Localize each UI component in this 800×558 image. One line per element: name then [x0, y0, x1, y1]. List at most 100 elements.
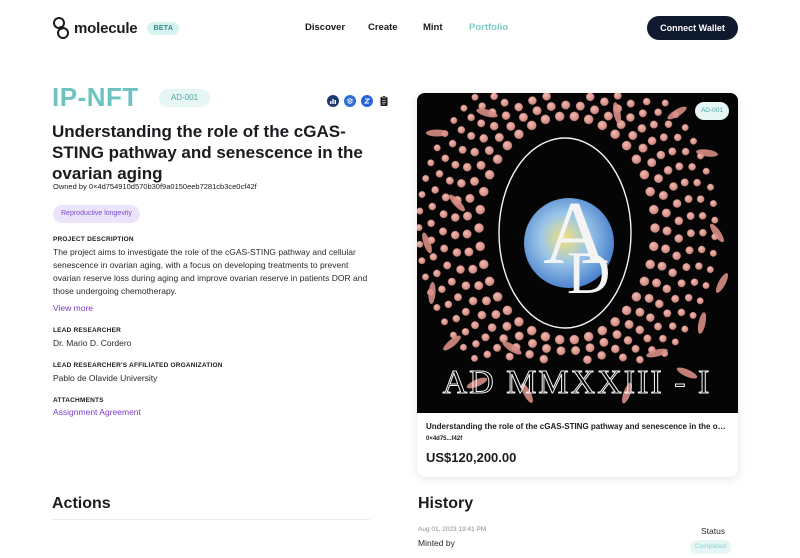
art-cell: [658, 190, 668, 200]
connect-wallet-button[interactable]: Connect Wallet: [647, 16, 738, 40]
art-cell: [645, 313, 655, 322]
art-cell: [648, 241, 659, 252]
art-cell: [690, 278, 699, 286]
history-status-badge: Completed: [690, 540, 732, 554]
art-cell: [583, 331, 594, 342]
art-cell: [479, 186, 489, 197]
art-cell: [575, 101, 585, 111]
art-cell: [653, 173, 663, 183]
beta-badge: BETA: [147, 21, 180, 35]
art-cell: [637, 124, 647, 133]
molecule-logo[interactable]: molecule BETA: [52, 16, 180, 40]
art-cell: [447, 277, 456, 286]
art-cell: [668, 322, 677, 330]
art-cell: [542, 93, 551, 101]
art-cell: [659, 133, 668, 142]
history-action: Minted by: [418, 538, 455, 548]
art-cell: [452, 314, 461, 323]
actions-divider: [52, 519, 370, 520]
project-title: Understanding the role of the cGAS-STING…: [52, 122, 363, 183]
history-status-label: Status: [701, 526, 726, 536]
assignment-agreement-link[interactable]: Assignment Agreement: [53, 407, 141, 417]
art-cell: [428, 202, 437, 211]
art-cell: [695, 262, 703, 270]
art-cell: [539, 354, 549, 364]
art-cell: [696, 297, 704, 305]
art-cell: [471, 93, 479, 101]
art-cell: [489, 121, 499, 131]
dropbox-icon[interactable]: [344, 95, 356, 107]
art-cell: [502, 140, 513, 151]
clipboard-icon[interactable]: [378, 95, 390, 107]
zora-icon[interactable]: [361, 95, 373, 107]
art-cell: [648, 204, 659, 215]
art-cell: [467, 131, 476, 140]
art-cell: [663, 309, 672, 318]
art-cell: [636, 355, 644, 364]
nft-artwork: A D AD MMXXIII - I AD-001: [417, 93, 738, 413]
molecule-logo-icon: [53, 17, 69, 39]
art-cell: [445, 176, 454, 185]
art-cell: [680, 178, 689, 187]
art-cell: [479, 134, 488, 143]
art-cell: [674, 216, 684, 226]
art-cell: [468, 264, 478, 274]
art-cell: [610, 316, 620, 327]
art-cell: [669, 182, 678, 191]
art-cell: [526, 325, 537, 336]
art-cell: [477, 310, 487, 320]
art-cell: [471, 354, 479, 362]
art-cell: [690, 137, 698, 145]
art-cell: [441, 318, 449, 326]
art-cell: [698, 212, 707, 220]
view-more-link[interactable]: View more: [53, 303, 93, 313]
art-cell: [493, 343, 502, 352]
art-cell: [518, 112, 528, 122]
art-cell: [702, 281, 710, 289]
art-cell: [682, 263, 691, 272]
art-cell: [441, 193, 450, 202]
art-cell: [532, 106, 542, 116]
art-cell: [459, 343, 467, 351]
art-cell: [668, 147, 677, 156]
art-cell: [443, 261, 452, 270]
art-cell: [484, 146, 494, 156]
art-cell: [597, 120, 608, 131]
art-cell: [444, 300, 453, 309]
nav-create[interactable]: Create: [368, 22, 398, 33]
art-cell: [499, 334, 508, 343]
art-cell: [649, 120, 658, 129]
art-cell: [699, 228, 707, 237]
art-cell: [487, 323, 497, 332]
nav-portfolio[interactable]: Portfolio: [469, 22, 508, 33]
nft-card[interactable]: A D AD MMXXIII - I AD-001 Understanding …: [417, 93, 738, 477]
art-cell: [664, 120, 673, 129]
art-cell: [475, 204, 486, 215]
art-cell: [654, 108, 662, 117]
art-cell: [441, 154, 450, 163]
art-cell: [685, 246, 694, 255]
organization-label: LEAD RESEARCHER'S AFFILIATED ORGANIZATIO…: [53, 362, 223, 369]
art-cell: [481, 296, 491, 306]
art-cell: [672, 251, 681, 261]
art-cell: [612, 329, 622, 339]
chart-icon[interactable]: [327, 95, 339, 107]
art-cell: [681, 325, 689, 333]
nav-discover[interactable]: Discover: [305, 22, 345, 33]
art-cell: [638, 143, 648, 153]
art-cell: [650, 223, 660, 233]
card-owner: 0×4d75...f42f: [426, 436, 463, 442]
nav-mint[interactable]: Mint: [423, 22, 443, 33]
art-cell: [492, 291, 503, 302]
art-cell: [439, 227, 448, 236]
art-cell: [470, 147, 480, 157]
card-price: US$120,200.00: [426, 450, 517, 465]
category-tag[interactable]: Reproductive longevity: [53, 205, 140, 223]
art-cell: [569, 111, 580, 122]
art-cell: [433, 144, 441, 152]
art-cell: [554, 111, 565, 122]
art-cell: [653, 322, 662, 331]
art-cell: [440, 244, 449, 253]
art-cell: [631, 344, 640, 353]
art-cell: [599, 337, 609, 347]
